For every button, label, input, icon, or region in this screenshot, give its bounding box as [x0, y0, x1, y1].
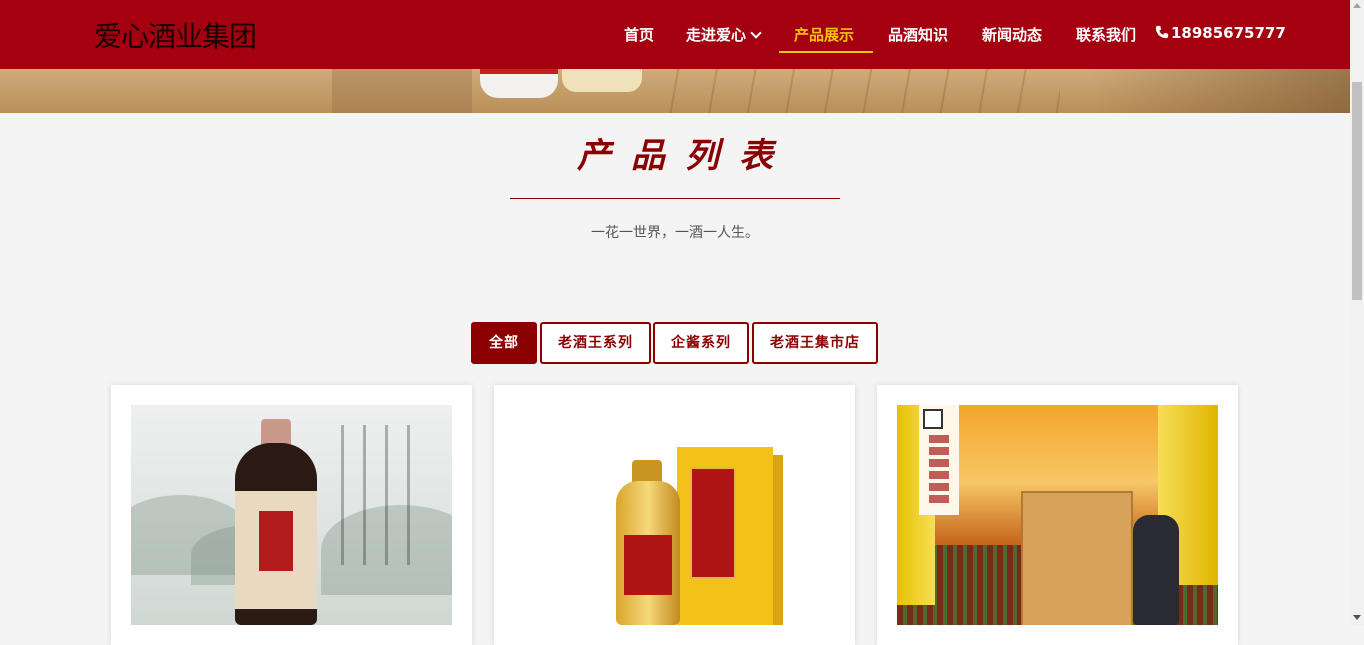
- title-divider: [510, 198, 840, 199]
- filter-all-button[interactable]: 全部: [471, 322, 537, 364]
- section-title: 产品列表: [577, 136, 793, 176]
- filter-laojiuwang-market-button[interactable]: 老酒王集市店: [752, 322, 878, 364]
- nav-item-contact[interactable]: 联系我们: [1076, 24, 1136, 45]
- nav-item-about[interactable]: 走进爱心: [686, 24, 762, 45]
- product-card[interactable]: [111, 385, 472, 645]
- section-subtitle: 一花一世界，一酒一人生。: [591, 225, 759, 241]
- page-scrollbar[interactable]: [1350, 0, 1364, 625]
- filter-laojiuwang-button[interactable]: 老酒王系列: [540, 322, 651, 364]
- phone-number: 18985675777: [1171, 24, 1286, 42]
- liquor-bottle-image[interactable]: [131, 405, 452, 625]
- nav-item-knowledge[interactable]: 品酒知识: [888, 24, 948, 45]
- liquor-wooden-box-image[interactable]: [897, 405, 1218, 625]
- product-card[interactable]: [877, 385, 1238, 645]
- nav-item-about-label: 走进爱心: [686, 26, 747, 44]
- filter-qijiang-button[interactable]: 企酱系列: [653, 322, 749, 364]
- site-header: 爱心酒业集团 首页 走进爱心 产品展示 品酒知识 新闻动态 联系我们 18985…: [0, 0, 1350, 69]
- nav-item-news[interactable]: 新闻动态: [982, 24, 1042, 45]
- scroll-down-arrow-icon[interactable]: [1353, 615, 1361, 620]
- chevron-down-icon: [750, 27, 762, 39]
- nav-item-products[interactable]: 产品展示: [794, 24, 854, 45]
- liquor-gift-box-image[interactable]: [514, 405, 835, 625]
- phone-link[interactable]: 18985675777: [1155, 24, 1286, 42]
- phone-icon: [1155, 25, 1169, 39]
- active-nav-indicator: [779, 51, 873, 53]
- main-nav: 首页 走进爱心 产品展示 品酒知识 新闻动态 联系我们 18985675777: [0, 0, 1350, 69]
- product-card[interactable]: [494, 385, 855, 645]
- nav-item-home[interactable]: 首页: [624, 24, 654, 45]
- scrollbar-thumb[interactable]: [1352, 82, 1362, 300]
- scroll-up-arrow-icon[interactable]: [1353, 3, 1361, 8]
